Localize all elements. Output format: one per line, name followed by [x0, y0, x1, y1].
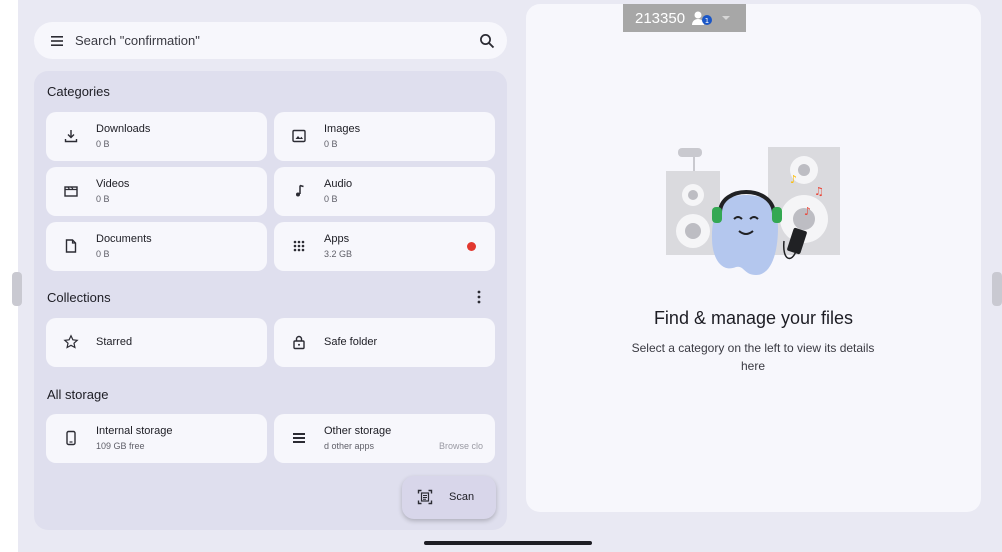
category-size: 3.2 GB: [324, 249, 353, 259]
category-audio[interactable]: Audio 0 B: [274, 167, 495, 216]
svg-text:♪: ♪: [790, 173, 797, 186]
collection-name: Safe folder: [324, 336, 378, 348]
empty-state-title: Find & manage your files: [653, 308, 854, 328]
list-icon: [293, 433, 305, 443]
category-images[interactable]: Images 0 B: [274, 112, 495, 161]
user-icon: 1: [692, 11, 713, 25]
download-icon: [64, 130, 78, 143]
image-icon: [292, 129, 306, 143]
search-bar[interactable]: Search "confirmation": [34, 22, 507, 59]
category-apps[interactable]: Apps 3.2 GB: [274, 222, 495, 271]
category-size: 0 B: [96, 194, 110, 204]
category-size: 0 B: [324, 139, 338, 149]
lock-icon: [293, 335, 305, 350]
phone-icon: [66, 430, 76, 446]
svg-text:♫: ♫: [814, 185, 824, 198]
chevron-down-icon[interactable]: [721, 14, 731, 22]
category-size: 0 B: [96, 249, 110, 259]
category-name: Downloads: [96, 123, 151, 135]
browse-cloud-link[interactable]: Browse clo: [439, 441, 483, 451]
music-mascot-illustration: ♪ ♫ ♪: [666, 147, 840, 275]
storage-name: Internal storage: [96, 425, 173, 437]
category-name: Images: [324, 123, 361, 135]
category-size: 0 B: [96, 139, 110, 149]
svg-text:♪: ♪: [804, 205, 811, 218]
notification-dot: [467, 242, 476, 251]
category-name: Audio: [324, 178, 353, 190]
music-note-icon: [296, 184, 304, 197]
search-placeholder: Search "confirmation": [75, 33, 200, 48]
storage-other[interactable]: Other storage d other apps Browse clo: [274, 414, 495, 463]
category-size: 0 B: [324, 194, 338, 204]
collection-starred[interactable]: Starred: [46, 318, 267, 367]
right-edge-handle[interactable]: [992, 272, 1002, 306]
storage-name: Other storage: [324, 425, 392, 437]
category-name: Documents: [96, 233, 152, 245]
category-videos[interactable]: Videos 0 B: [46, 167, 267, 216]
scan-button[interactable]: Scan: [402, 476, 496, 519]
categories-heading: Categories: [47, 84, 110, 99]
scan-icon: [417, 489, 433, 505]
menu-icon[interactable]: [50, 34, 64, 48]
all-storage-heading: All storage: [47, 387, 109, 402]
empty-state-subtitle: Select a category on the left to view it…: [631, 341, 875, 373]
video-icon: [64, 186, 78, 197]
search-icon[interactable]: [479, 33, 495, 49]
collections-heading: Collections: [47, 290, 111, 305]
user-badge-count: 1: [705, 17, 709, 25]
collection-safe-folder[interactable]: Safe folder: [274, 318, 495, 367]
category-name: Apps: [324, 233, 350, 245]
storage-internal[interactable]: Internal storage 109 GB free: [46, 414, 267, 463]
category-documents[interactable]: Documents 0 B: [46, 222, 267, 271]
star-icon: [63, 334, 79, 349]
more-options-icon[interactable]: [476, 289, 482, 305]
gesture-navigation-bar[interactable]: [424, 541, 592, 545]
collection-name: Starred: [96, 336, 133, 348]
category-downloads[interactable]: Downloads 0 B: [46, 112, 267, 161]
apps-grid-icon: [293, 240, 305, 252]
storage-detail: 109 GB free: [96, 441, 145, 451]
category-name: Videos: [96, 178, 130, 190]
document-icon: [65, 239, 77, 253]
user-id: 213350: [635, 9, 686, 27]
scan-label: Scan: [449, 491, 475, 503]
left-edge-handle[interactable]: [12, 272, 22, 306]
user-badge-chip[interactable]: 213350 1: [623, 4, 746, 32]
storage-detail: d other apps: [324, 441, 375, 451]
